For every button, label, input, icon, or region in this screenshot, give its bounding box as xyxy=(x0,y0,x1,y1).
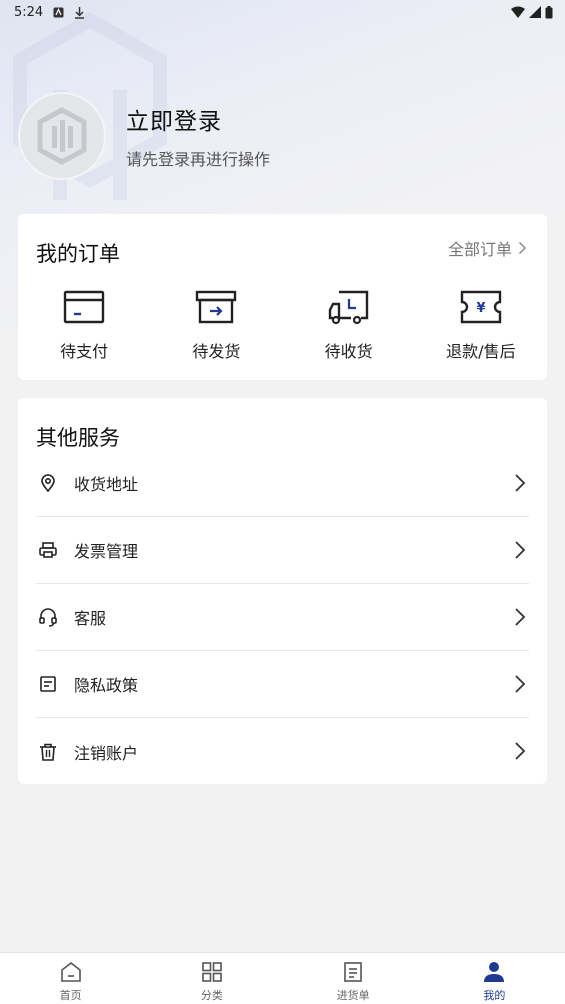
my-orders-card: 我的订单 全部订单 待支付 待发货 待收货 ¥ 退款/售后 xyxy=(18,214,547,380)
svg-text:¥: ¥ xyxy=(476,301,485,316)
tab-label: 进货单 xyxy=(336,989,370,1002)
tab-mine[interactable]: 我的 xyxy=(424,953,565,1004)
printer-icon xyxy=(39,542,57,558)
services-title: 其他服务 xyxy=(36,426,120,450)
document-icon xyxy=(40,676,56,692)
order-item-label: 待收货 xyxy=(324,342,373,361)
tab-home[interactable]: 首页 xyxy=(0,953,141,1004)
service-label: 发票管理 xyxy=(74,542,139,561)
all-orders-link[interactable]: 全部订单 xyxy=(448,236,527,260)
box-icon xyxy=(196,290,237,324)
tab-category[interactable]: 分类 xyxy=(141,953,282,1004)
service-label: 隐私政策 xyxy=(74,676,139,695)
truck-icon xyxy=(328,290,368,325)
signal-icon xyxy=(529,6,541,18)
all-orders-label: 全部订单 xyxy=(447,240,512,259)
chevron-right-icon xyxy=(515,541,526,559)
service-row-invoice[interactable]: 发票管理 xyxy=(36,517,529,584)
home-icon xyxy=(60,961,81,982)
order-refund-aftersale[interactable]: ¥ 退款/售后 xyxy=(415,290,547,362)
chevron-right-icon xyxy=(515,742,526,760)
avatar[interactable] xyxy=(18,92,106,180)
orders-title: 我的订单 xyxy=(36,242,120,266)
chevron-right-icon xyxy=(515,608,526,626)
service-row-address[interactable]: 收货地址 xyxy=(36,450,529,517)
order-item-label: 待支付 xyxy=(60,342,109,361)
battery-icon xyxy=(545,5,553,18)
order-item-label: 退款/售后 xyxy=(446,342,516,361)
service-label: 收货地址 xyxy=(74,475,139,494)
wifi-icon xyxy=(511,6,525,18)
headset-icon xyxy=(39,608,57,627)
status-bar: 5:24 xyxy=(0,0,565,24)
service-label: 客服 xyxy=(74,609,107,628)
tab-purchase-list[interactable]: 进货单 xyxy=(283,953,424,1004)
chevron-right-icon xyxy=(518,241,527,255)
service-row-customer-service[interactable]: 客服 xyxy=(36,584,529,651)
tab-label: 我的 xyxy=(483,989,506,1002)
service-row-privacy-policy[interactable]: 隐私政策 xyxy=(36,651,529,718)
order-item-label: 待发货 xyxy=(192,342,241,361)
list-icon xyxy=(344,962,362,982)
service-label: 注销账户 xyxy=(74,743,139,763)
order-pending-shipment[interactable]: 待发货 xyxy=(150,290,282,362)
other-services-card: 其他服务 收货地址 发票管理 客服 隐私政策 注销账户 xyxy=(18,398,547,784)
order-pending-receipt[interactable]: 待收货 xyxy=(283,290,415,362)
notification-a-icon xyxy=(53,7,64,17)
tab-label: 分类 xyxy=(200,989,223,1002)
login-title[interactable]: 立即登录 xyxy=(126,102,270,136)
service-list: 收货地址 发票管理 客服 隐私政策 注销账户 xyxy=(36,450,529,785)
status-time: 5:24 xyxy=(14,4,44,20)
refund-icon: ¥ xyxy=(460,290,502,324)
bottom-tab-bar: 首页 分类 进货单 我的 xyxy=(0,952,565,1004)
download-icon xyxy=(75,6,85,19)
grid-icon xyxy=(202,962,222,982)
location-icon xyxy=(41,474,55,493)
service-row-cancel-account[interactable]: 注销账户 xyxy=(36,718,529,785)
login-profile[interactable]: 立即登录 请先登录再进行操作 xyxy=(18,92,270,180)
card-icon xyxy=(63,290,105,324)
tab-label: 首页 xyxy=(59,989,82,1002)
chevron-right-icon xyxy=(515,675,526,693)
order-pending-payment[interactable]: 待支付 xyxy=(18,290,150,362)
default-avatar-logo-icon xyxy=(37,107,87,165)
trash-icon xyxy=(40,743,56,761)
chevron-right-icon xyxy=(515,474,526,492)
login-subtitle: 请先登录再进行操作 xyxy=(126,150,271,169)
user-icon xyxy=(484,962,505,982)
